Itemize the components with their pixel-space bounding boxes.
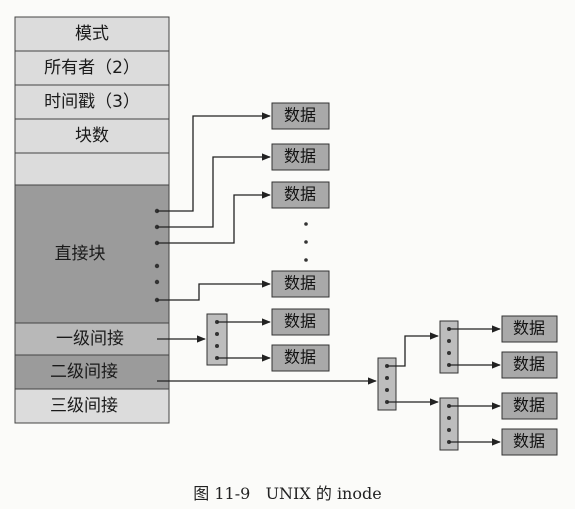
direct-pointer-4 <box>157 280 271 301</box>
data-block-label: 数据 <box>284 106 316 125</box>
direct-dot <box>154 263 160 269</box>
data-block-label: 数据 <box>513 396 545 415</box>
field-empty <box>14 152 170 186</box>
direct-pointer-2 <box>157 153 271 228</box>
field-mode-label: 模式 <box>75 24 109 44</box>
inode-diagram: 模式 所有者（2） 时间戳（3） 块数 直接块 一级间接 二级间接 三级间接 数… <box>14 16 558 456</box>
direct-pointers <box>157 112 271 301</box>
ellipsis-dot <box>304 240 308 244</box>
index-dot <box>447 351 451 355</box>
index-dot <box>385 376 389 380</box>
figure-caption: 图 11-9 UNIX 的 inode <box>193 484 382 503</box>
field-double-indirect-label: 二级间接 <box>50 362 118 382</box>
data-block-label: 数据 <box>284 185 316 204</box>
direct-data-blocks: 数据 数据 数据 数据 <box>271 102 330 298</box>
index-dot <box>385 388 389 392</box>
direct-dot <box>154 279 160 285</box>
data-block-label: 数据 <box>284 312 316 331</box>
index-dot <box>215 332 219 336</box>
data-block-label: 数据 <box>284 274 316 293</box>
data-block-label: 数据 <box>284 348 316 367</box>
ellipsis-dot <box>304 222 308 226</box>
field-single-indirect-label: 一级间接 <box>56 329 124 349</box>
field-timestamps-label: 时间戳（3） <box>44 92 140 112</box>
inode-table: 模式 所有者（2） 时间戳（3） 块数 直接块 一级间接 二级间接 三级间接 <box>14 16 170 424</box>
ellipsis-dot <box>304 258 308 262</box>
index-dot <box>447 428 451 432</box>
index-dot <box>447 339 451 343</box>
single-indirect-chain: 数据 数据 <box>157 308 330 372</box>
data-block-label: 数据 <box>513 319 545 338</box>
field-direct-blocks-label: 直接块 <box>55 244 106 264</box>
field-owners-label: 所有者（2） <box>44 58 140 78</box>
data-block-label: 数据 <box>513 432 545 451</box>
index-dot <box>215 344 219 348</box>
field-block-count-label: 块数 <box>75 126 109 146</box>
data-block-label: 数据 <box>284 147 316 166</box>
data-block-label: 数据 <box>513 355 545 374</box>
index-dot <box>447 416 451 420</box>
field-triple-indirect-label: 三级间接 <box>50 396 118 416</box>
